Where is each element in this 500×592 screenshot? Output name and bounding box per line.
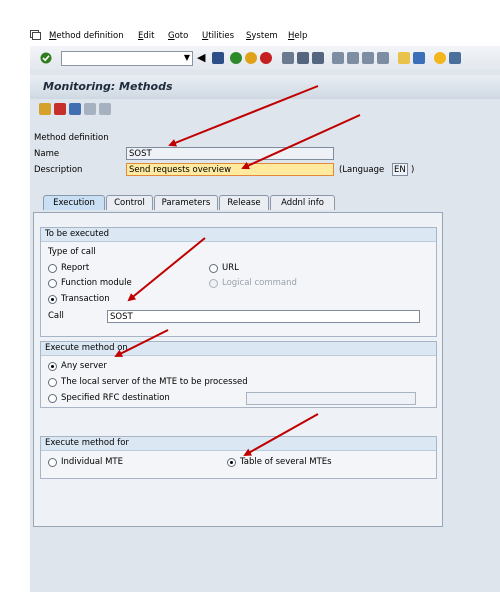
- arrow-to-name: [168, 85, 319, 147]
- annotation-arrows: [114, 85, 361, 456]
- arrow-to-transaction: [127, 237, 206, 302]
- arrow-to-any-server: [114, 329, 169, 357]
- arrow-to-description: [241, 114, 361, 170]
- arrow-to-table-of-mtes: [243, 413, 319, 456]
